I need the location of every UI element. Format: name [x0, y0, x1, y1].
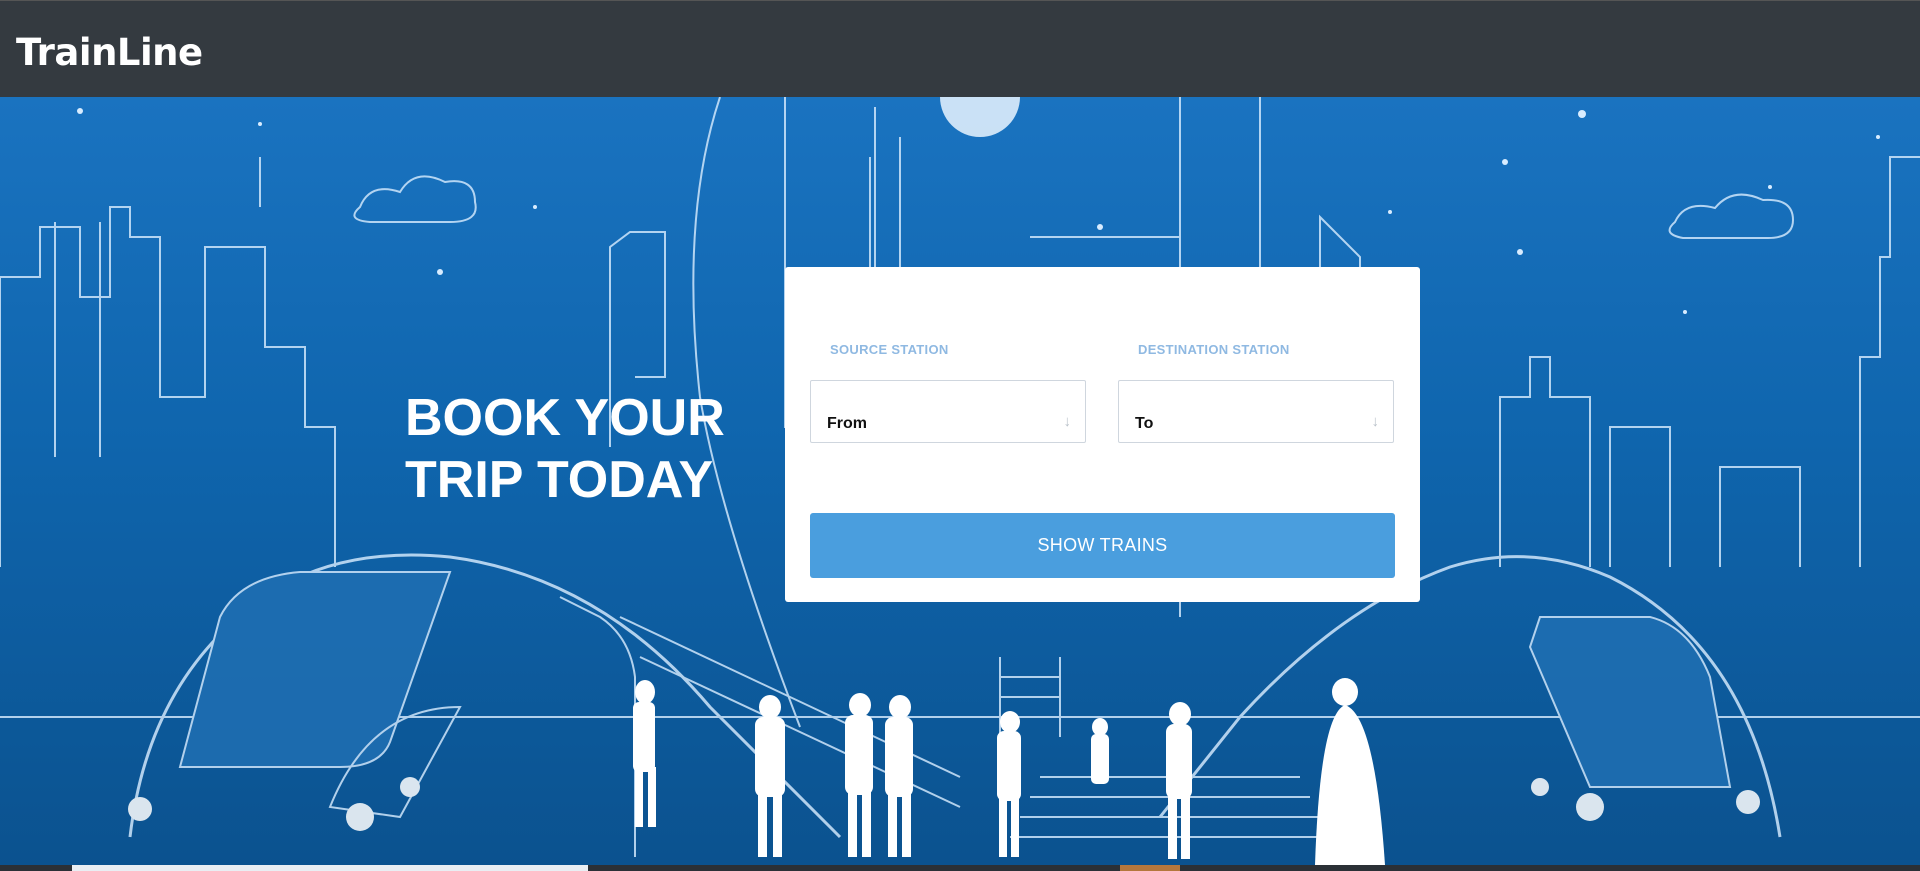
show-trains-button[interactable]: SHOW TRAINS: [810, 513, 1395, 578]
source-station-value: From: [827, 415, 867, 432]
source-station-label: SOURCE STATION: [830, 342, 949, 357]
headline-line-1: BOOK YOUR: [405, 389, 725, 447]
booking-form-card: SOURCE STATION DESTINATION STATION From …: [785, 267, 1420, 602]
source-station-select[interactable]: From ↓: [810, 380, 1086, 443]
destination-station-select[interactable]: To ↓: [1118, 380, 1394, 443]
hero-headline: BOOK YOUR TRIP TODAY: [405, 387, 725, 511]
headline-line-2: TRIP TODAY: [405, 451, 714, 509]
brand-logo[interactable]: TrainLine: [16, 31, 203, 74]
arrow-down-icon: ↓: [1063, 413, 1072, 430]
arrow-down-icon: ↓: [1371, 413, 1380, 430]
destination-station-label: DESTINATION STATION: [1138, 342, 1290, 357]
top-navbar: TrainLine: [0, 0, 1920, 97]
bottom-strip: [0, 865, 1920, 871]
destination-station-value: To: [1135, 415, 1154, 432]
